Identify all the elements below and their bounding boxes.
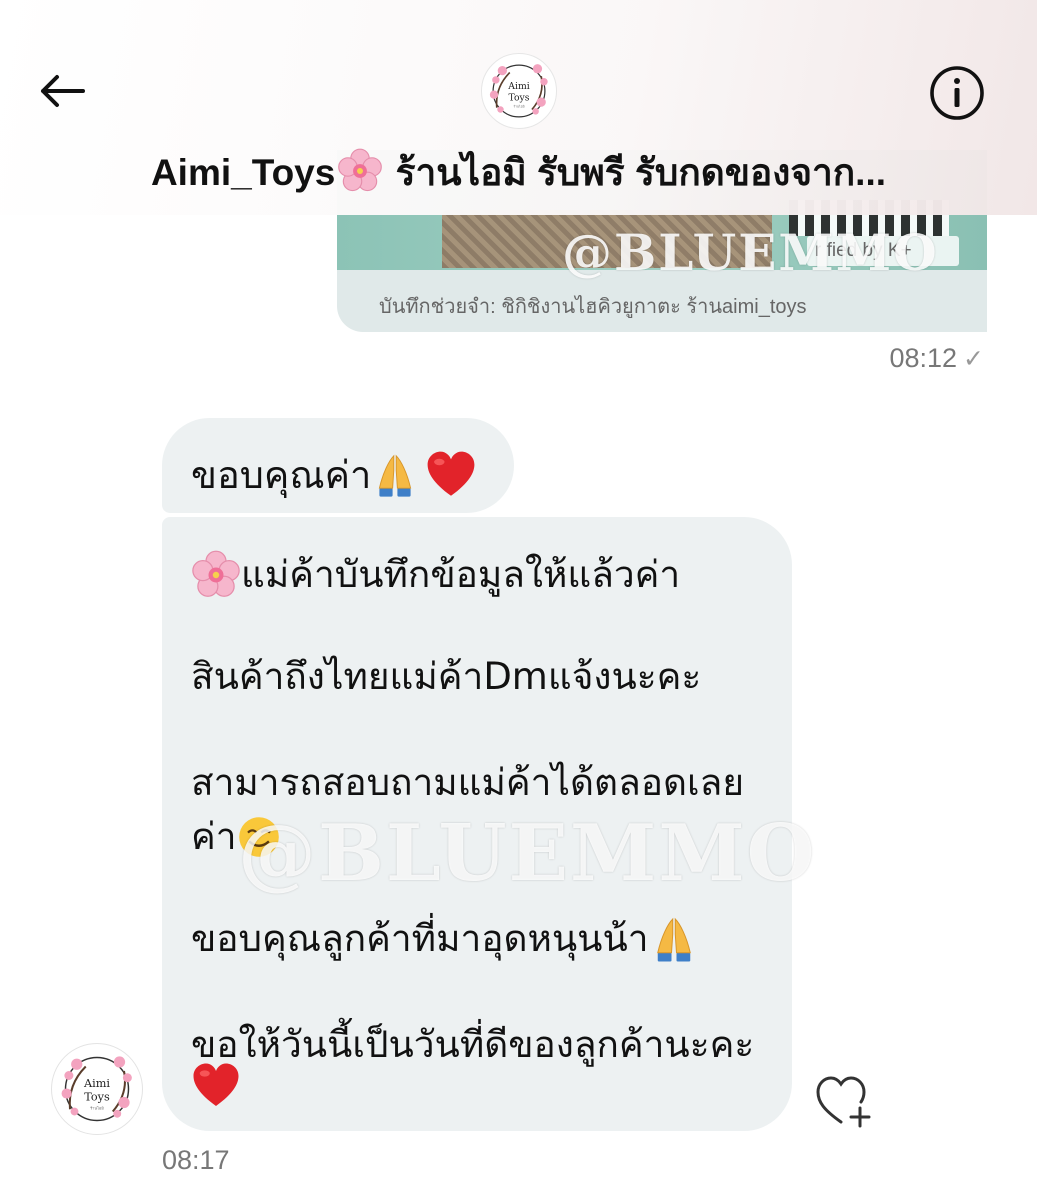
info-button[interactable] [928,64,986,122]
message-text-row: ขอบคุณค่า [191,444,477,505]
info-circle-icon [930,66,984,120]
shared-post-note: บันทึกช่วยจำ: ชิกิชิงานไฮคิวยูกาตะ ร้านa… [379,296,807,318]
outgoing-time: 08:12 [889,343,958,373]
incoming-message-bubble[interactable]: ขอบคุณค่า [162,418,514,513]
aimi-toys-logo [52,1044,142,1134]
message-text: สามารถสอบถามแม่ค้าได้ตลอดเลย [191,761,745,804]
message-text: ค่า [191,815,237,858]
header-avatar[interactable] [481,53,557,129]
red-heart-icon [425,449,477,501]
message-line [191,1061,241,1111]
message-line: ขอบคุณลูกค้าที่มาอุดหนุนน้า [191,909,699,968]
message-text: สินค้าถึงไทยแม่ค้าDmแจ้งนะคะ [191,655,702,698]
red-heart-icon [191,1061,241,1111]
shared-post-image-basket [442,210,772,268]
message-line: แม่ค้าบันทึกข้อมูลให้แล้วค่า [191,545,680,604]
message-line: ขอให้วันนี้เป็นวันที่ดีของลูกค้านะคะ [191,1015,754,1074]
message-line: ค่า [191,807,281,866]
message-line: สามารถสอบถามแม่ค้าได้ตลอดเลย [191,753,744,812]
back-button[interactable] [34,66,90,116]
heart-plus-icon [816,1076,871,1128]
arrow-left-icon [41,75,85,107]
sender-avatar[interactable] [51,1043,143,1135]
message-text: แม่ค้าบันทึกข้อมูลให้แล้วค่า [241,553,681,596]
smiling-face-icon [237,815,281,859]
message-line: สินค้าถึงไทยแม่ค้าDmแจ้งนะคะ [191,647,701,706]
check-icon: ✓ [963,344,984,373]
incoming-time: 08:17 [162,1145,230,1175]
chat-title-rest: ร้านไอมิ รับพรี รับกดของจาก... [395,152,887,193]
message-text: ขอให้วันนี้เป็นวันที่ดีของลูกค้านะคะ [191,1023,755,1066]
chat-title[interactable]: Aimi_Toys ร้านไอมิ รับพรี รับกดของจาก... [40,143,997,202]
shared-post-stamp-text: r fied by K+ [807,236,959,266]
cherry-blossom-icon [191,550,241,600]
aimi-toys-logo [482,54,556,128]
incoming-message-bubble-long[interactable]: แม่ค้าบันทึกข้อมูลให้แล้วค่า สินค้าถึงไท… [162,517,792,1131]
cherry-blossom-icon [337,148,383,194]
folded-hands-icon [371,451,419,499]
chat-title-name: Aimi_Toys [150,152,336,193]
folded-hands-icon [649,914,699,964]
outgoing-timestamp-row: 08:12 ✓ [889,343,984,374]
react-button[interactable] [814,1074,876,1130]
message-text: ขอบคุณค่า [191,453,372,497]
message-text: ขอบคุณลูกค้าที่มาอุดหนุนน้า [191,917,649,960]
chat-header: Aimi_Toys ร้านไอมิ รับพรี รับกดของจาก... [0,0,1037,215]
